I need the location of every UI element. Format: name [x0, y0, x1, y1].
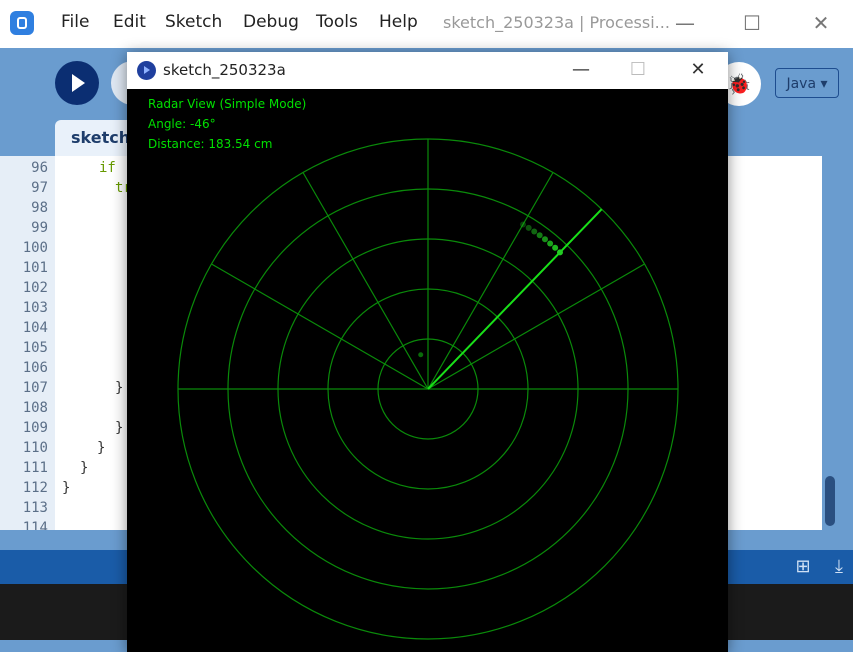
ide-window-title: sketch_250323a | Processi... [443, 13, 670, 32]
line-number: 104 [22, 320, 48, 336]
menu-debug[interactable]: Debug [243, 12, 299, 32]
sketch-window: sketch_250323a — ☐ ✕ Radar View (Simple … [127, 52, 728, 652]
line-number: 112 [22, 480, 48, 496]
line-number: 101 [22, 260, 48, 276]
line-number: 103 [22, 300, 48, 316]
ide-minimize-icon[interactable]: — [670, 8, 700, 38]
radar-detection-dot [520, 221, 526, 228]
code-line-109: } [115, 420, 124, 436]
run-button[interactable] [55, 61, 99, 105]
line-number: 110 [22, 440, 48, 456]
radar-detection-dot [552, 244, 559, 251]
line-number: 106 [22, 360, 48, 376]
line-number: 105 [22, 340, 48, 356]
code-line-110: } [97, 440, 106, 456]
radar-detection-dot [547, 240, 554, 247]
line-number: 100 [22, 240, 48, 256]
menu-tools[interactable]: Tools [316, 12, 358, 32]
code-line-112: } [62, 480, 71, 496]
sketch-canvas[interactable]: Radar View (Simple Mode) Angle: -46° Dis… [127, 89, 728, 652]
menu-help[interactable]: Help [379, 12, 418, 32]
sketch-window-title: sketch_250323a [163, 61, 286, 79]
sketch-minimize-icon[interactable]: — [565, 55, 597, 85]
processing-app-icon [10, 11, 34, 35]
line-number: 111 [22, 460, 48, 476]
ide-titlebar: File Edit Sketch Debug Tools Help sketch… [0, 0, 853, 48]
line-number: 99 [31, 220, 48, 236]
editor-scrollbar-track[interactable] [822, 156, 838, 530]
editor-scrollbar-thumb[interactable] [825, 476, 835, 526]
radar-detection-dot [536, 232, 543, 239]
ide-close-icon[interactable]: ✕ [806, 8, 836, 38]
add-console-icon[interactable]: ⊞ [792, 556, 814, 578]
line-number: 109 [22, 420, 48, 436]
radar-stray-dot [418, 352, 424, 358]
line-number: 113 [22, 500, 48, 516]
mode-selector[interactable]: Java ▾ [775, 68, 839, 98]
line-number: 102 [22, 280, 48, 296]
line-number: 108 [22, 400, 48, 416]
radar-detection-dot [525, 224, 532, 231]
radar-spoke [427, 172, 554, 390]
line-number: 96 [31, 160, 48, 176]
code-line-107: } [115, 380, 124, 396]
radar-spoke [211, 263, 429, 390]
menu-sketch[interactable]: Sketch [165, 12, 222, 32]
sketch-close-icon[interactable]: ✕ [682, 55, 714, 85]
radar-spoke [302, 172, 429, 390]
radar-display [177, 138, 679, 640]
sketch-maximize-icon[interactable]: ☐ [622, 55, 654, 85]
line-number: 98 [31, 200, 48, 216]
sketch-window-icon [137, 61, 156, 80]
menu-edit[interactable]: Edit [113, 12, 146, 32]
radar-detection-dot [531, 228, 538, 235]
console-collapse-icon[interactable]: ⤓ [828, 556, 850, 578]
code-line-111: } [80, 460, 89, 476]
menu-file[interactable]: File [61, 12, 89, 32]
line-number: 97 [31, 180, 48, 196]
tab-sketch-label: sketch [71, 128, 131, 147]
radar-detection-dot [556, 249, 563, 256]
ide-maximize-icon[interactable]: ☐ [737, 8, 767, 38]
radar-detection-dot [541, 236, 548, 243]
sketch-titlebar[interactable]: sketch_250323a — ☐ ✕ [127, 52, 728, 90]
editor-right-strip [838, 156, 853, 530]
line-number: 107 [22, 380, 48, 396]
radar-spoke [427, 263, 645, 390]
